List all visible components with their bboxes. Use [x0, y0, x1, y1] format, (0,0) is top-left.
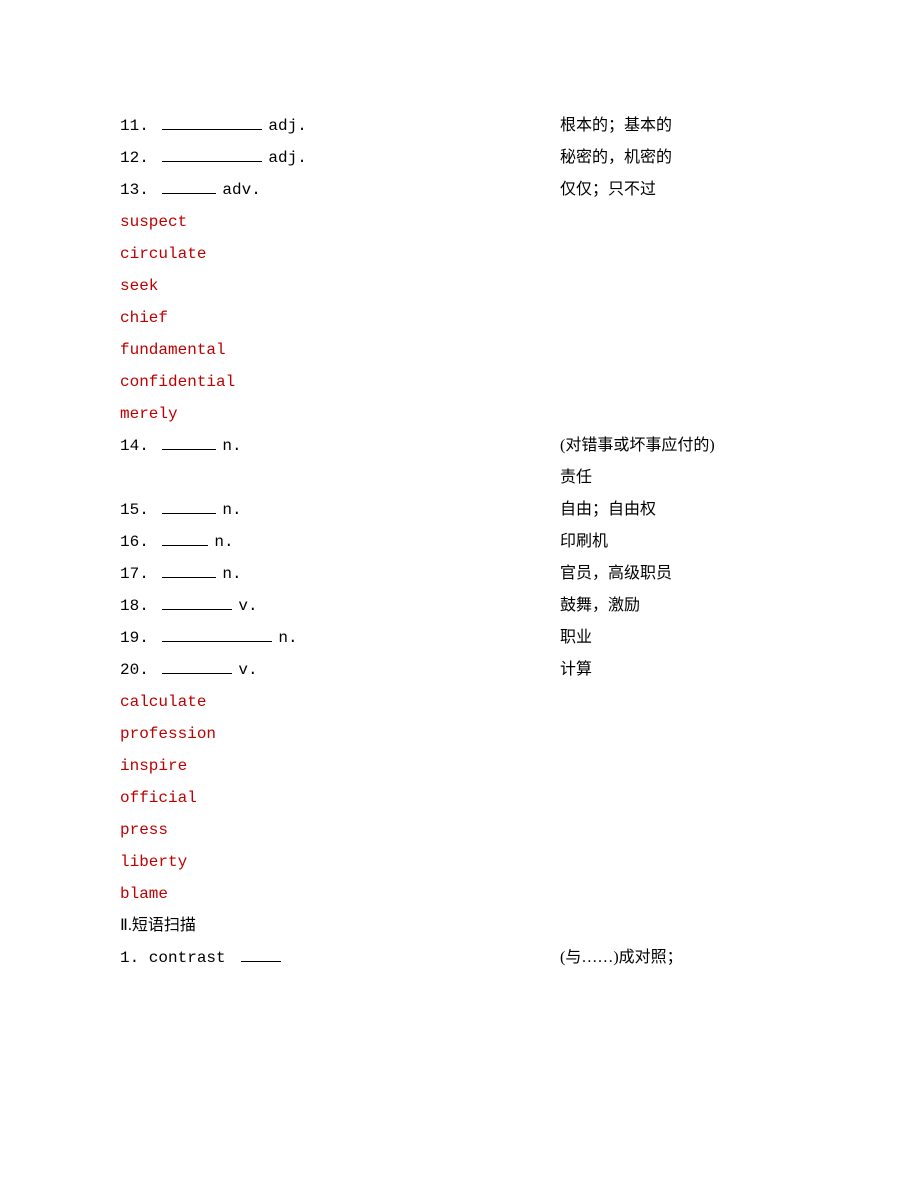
vocab-row: 18. v. 鼓舞，激励	[120, 590, 800, 622]
part-of-speech: adv.	[222, 181, 260, 199]
vocab-row: 11. adj. 根本的；基本的	[120, 110, 800, 142]
answer-word: seek	[120, 270, 800, 302]
blank-line	[162, 435, 216, 450]
row-left: 14. n.	[120, 430, 560, 462]
row-left: 13. adv.	[120, 174, 560, 206]
part-of-speech: n.	[222, 437, 241, 455]
item-number: 14	[120, 437, 139, 455]
item-number: 16	[120, 533, 139, 551]
part-of-speech: adj.	[268, 149, 306, 167]
definition-cont: 责任	[560, 462, 800, 494]
answer-word: official	[120, 782, 800, 814]
definition: 印刷机	[560, 526, 800, 558]
blank-line	[162, 179, 216, 194]
vocab-row: 19. n. 职业	[120, 622, 800, 654]
vocab-row: 12. adj. 秘密的，机密的	[120, 142, 800, 174]
blank-line	[162, 595, 232, 610]
blank-line	[241, 947, 281, 962]
answer-word: press	[120, 814, 800, 846]
definition: 计算	[560, 654, 800, 686]
blank-line	[162, 499, 216, 514]
answer-word: confidential	[120, 366, 800, 398]
definition: 职业	[560, 622, 800, 654]
item-number: 19	[120, 629, 139, 647]
phrase-row: 1. contrast (与……)成对照；	[120, 942, 800, 974]
item-number: 15	[120, 501, 139, 519]
answer-word: chief	[120, 302, 800, 334]
blank-line	[162, 627, 272, 642]
answer-word: suspect	[120, 206, 800, 238]
definition: 根本的；基本的	[560, 110, 800, 142]
item-number: 11	[120, 117, 139, 135]
phrase-text: 1. contrast	[120, 949, 235, 967]
row-left: 12. adj.	[120, 142, 560, 174]
row-left: 18. v.	[120, 590, 560, 622]
definition: 官员，高级职员	[560, 558, 800, 590]
row-left: 1. contrast	[120, 942, 560, 974]
vocab-row: 16. n. 印刷机	[120, 526, 800, 558]
part-of-speech: n.	[278, 629, 297, 647]
item-number: 20	[120, 661, 139, 679]
answer-word: inspire	[120, 750, 800, 782]
blank-line	[162, 659, 232, 674]
vocab-row-cont: 责任	[120, 462, 800, 494]
blank-line	[162, 563, 216, 578]
item-number: 12	[120, 149, 139, 167]
item-number: 13	[120, 181, 139, 199]
part-of-speech: n.	[222, 501, 241, 519]
answer-word: fundamental	[120, 334, 800, 366]
part-of-speech: n.	[214, 533, 233, 551]
part-of-speech: adj.	[268, 117, 306, 135]
vocab-row: 20. v. 计算	[120, 654, 800, 686]
row-left: 11. adj.	[120, 110, 560, 142]
answer-word: liberty	[120, 846, 800, 878]
item-number: 17	[120, 565, 139, 583]
vocab-row: 15. n. 自由；自由权	[120, 494, 800, 526]
worksheet-page: 11. adj. 根本的；基本的 12. adj. 秘密的，机密的 13. ad…	[0, 0, 920, 1034]
definition: 自由；自由权	[560, 494, 800, 526]
row-left: 17. n.	[120, 558, 560, 590]
vocab-row: 14. n. (对错事或坏事应付的)	[120, 430, 800, 462]
answer-word: calculate	[120, 686, 800, 718]
row-left: 16. n.	[120, 526, 560, 558]
vocab-row: 17. n. 官员，高级职员	[120, 558, 800, 590]
part-of-speech: v.	[238, 661, 257, 679]
definition: 仅仅；只不过	[560, 174, 800, 206]
blank-line	[162, 147, 262, 162]
row-left: 15. n.	[120, 494, 560, 526]
item-number: 18	[120, 597, 139, 615]
row-left: 19. n.	[120, 622, 560, 654]
section-heading: Ⅱ.短语扫描	[120, 910, 800, 942]
blank-line	[162, 531, 208, 546]
answer-word: circulate	[120, 238, 800, 270]
answer-word: profession	[120, 718, 800, 750]
blank-line	[162, 115, 262, 130]
answer-word: blame	[120, 878, 800, 910]
row-left: 20. v.	[120, 654, 560, 686]
part-of-speech: n.	[222, 565, 241, 583]
vocab-row: 13. adv. 仅仅；只不过	[120, 174, 800, 206]
definition: (对错事或坏事应付的)	[560, 430, 800, 462]
definition: 鼓舞，激励	[560, 590, 800, 622]
definition: (与……)成对照；	[560, 942, 800, 974]
answer-word: merely	[120, 398, 800, 430]
part-of-speech: v.	[238, 597, 257, 615]
definition: 秘密的，机密的	[560, 142, 800, 174]
